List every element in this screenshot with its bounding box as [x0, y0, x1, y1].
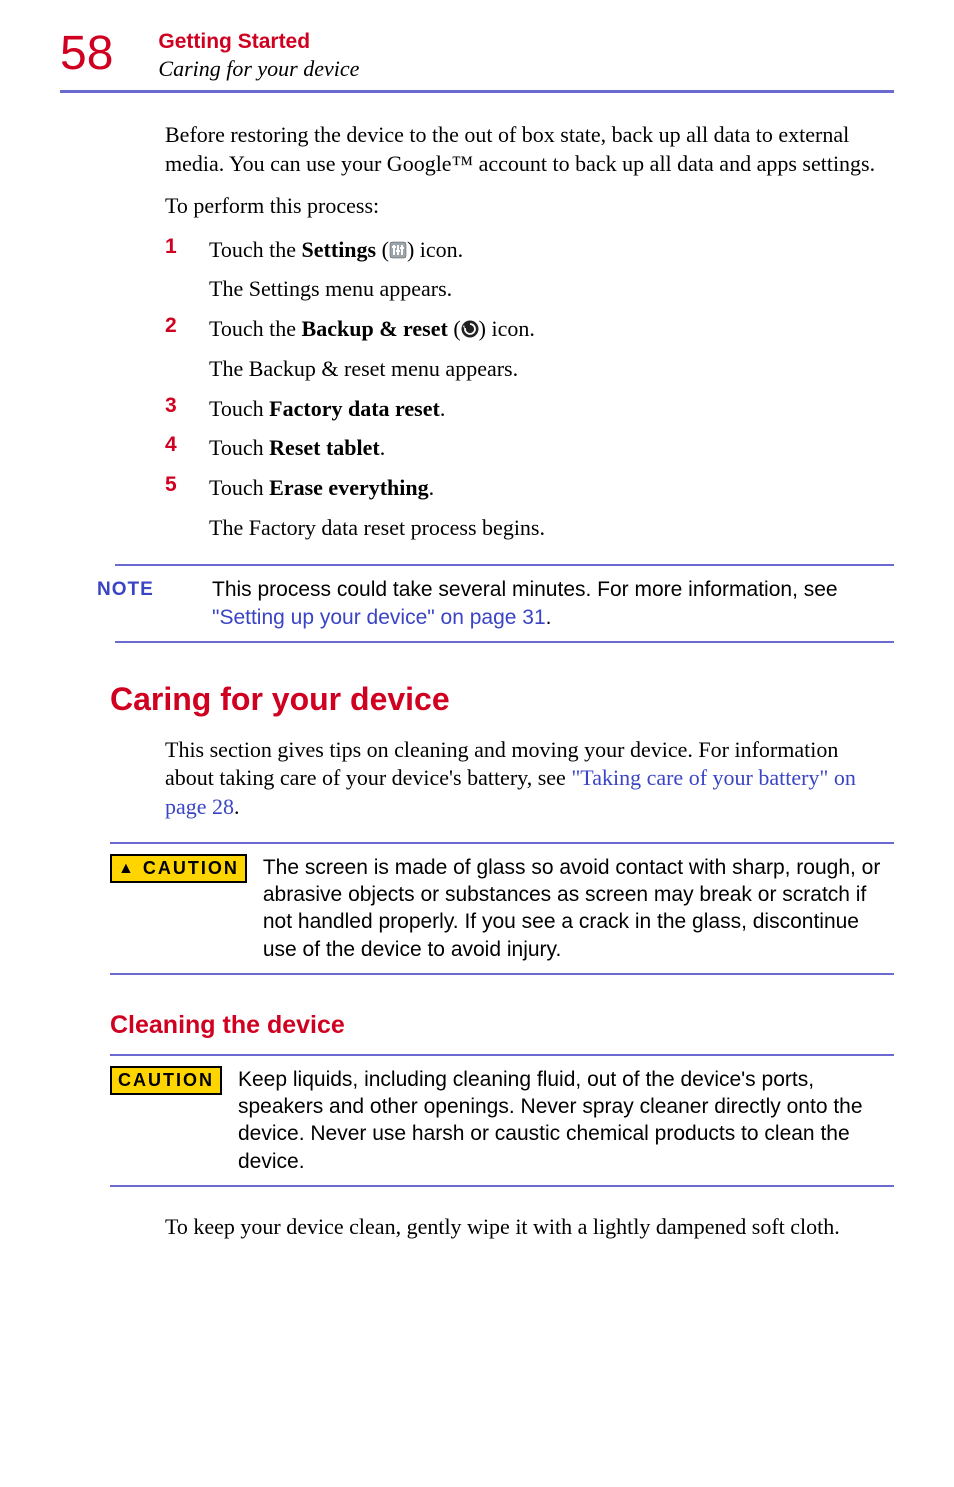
step-number: 3 — [165, 394, 209, 424]
step-number: 2 — [165, 314, 209, 383]
main-content: Before restoring the device to the out o… — [60, 121, 894, 1242]
step-text-post: . — [440, 396, 446, 421]
step-text-pre: Touch the — [209, 316, 302, 341]
caution-warning-badge: ▲ CAUTION — [110, 854, 247, 883]
note-text2: . — [546, 606, 552, 629]
cleaning-heading: Cleaning the device — [110, 1011, 884, 1040]
step-text-pre: Touch — [209, 396, 269, 421]
intro-paragraph: Before restoring the device to the out o… — [165, 121, 884, 178]
page-header: 58 Getting Started Caring for your devic… — [60, 30, 894, 82]
step-number: 5 — [165, 473, 209, 542]
caring-paragraph: This section gives tips on cleaning and … — [165, 736, 884, 822]
step-bold: Settings — [302, 237, 377, 262]
step-text-post2: ) icon. — [479, 316, 535, 341]
step-bold: Factory data reset — [269, 396, 440, 421]
step-bold: Reset tablet — [269, 435, 380, 460]
step-text-post: ( — [376, 237, 389, 262]
note-block: NOTE This process could take several min… — [165, 576, 884, 631]
note-body: This process could take several minutes.… — [212, 576, 884, 631]
backup-reset-icon — [461, 316, 479, 334]
caution2-top-rule — [110, 1054, 894, 1056]
step-bold: Erase everything — [269, 475, 428, 500]
caring-text2: . — [234, 794, 240, 819]
caution1-bottom-rule — [110, 973, 894, 975]
step-text-pre: Touch — [209, 435, 269, 460]
chapter-title: Getting Started — [158, 30, 359, 54]
step-text-post2: ) icon. — [407, 237, 463, 262]
step-sub-text: The Backup & reset menu appears. — [209, 354, 884, 384]
caution2-block: CAUTION Keep liquids, including cleaning… — [165, 1066, 884, 1175]
note-top-rule — [115, 564, 894, 566]
page-number: 58 — [60, 30, 113, 78]
caution1-top-rule — [110, 842, 894, 844]
step-2: 2 Touch the Backup & reset ( ) icon. The … — [165, 314, 884, 383]
caring-heading: Caring for your device — [110, 681, 884, 718]
step-text-pre: Touch the — [209, 237, 302, 262]
note-link[interactable]: "Setting up your device" on page 31 — [212, 606, 546, 629]
header-titles: Getting Started Caring for your device — [158, 30, 359, 82]
header-divider — [60, 90, 894, 93]
step-sub-text: The Settings menu appears. — [209, 274, 884, 304]
note-label: NOTE — [97, 576, 212, 601]
step-text-post: . — [429, 475, 435, 500]
settings-icon — [389, 237, 407, 255]
caution1-block: ▲ CAUTION The screen is made of glass so… — [165, 854, 884, 963]
step-5: 5 Touch Erase everything. The Factory da… — [165, 473, 884, 542]
steps-list: 1 Touch the Settings ( ) icon. The Settin… — [165, 235, 884, 543]
note-bottom-rule — [115, 641, 894, 643]
note-text1: This process could take several minutes.… — [212, 578, 838, 601]
caution2-body: Keep liquids, including cleaning fluid, … — [238, 1066, 884, 1175]
warning-triangle-icon: ▲ — [118, 860, 136, 878]
step-sub-text: The Factory data reset process begins. — [209, 513, 884, 543]
section-subtitle: Caring for your device — [158, 56, 359, 82]
to-perform-text: To perform this process: — [165, 192, 884, 221]
caution1-body: The screen is made of glass so avoid con… — [263, 854, 884, 963]
final-paragraph: To keep your device clean, gently wipe i… — [165, 1213, 884, 1242]
step-3: 3 Touch Factory data reset. — [165, 394, 884, 424]
caution1-label: CAUTION — [143, 858, 239, 878]
step-1: 1 Touch the Settings ( ) icon. The Settin… — [165, 235, 884, 304]
step-4: 4 Touch Reset tablet. — [165, 433, 884, 463]
step-bold: Backup & reset — [302, 316, 448, 341]
caution-badge: CAUTION — [110, 1066, 222, 1095]
step-number: 4 — [165, 433, 209, 463]
step-number: 1 — [165, 235, 209, 304]
step-text-pre: Touch — [209, 475, 269, 500]
caution2-label: CAUTION — [118, 1070, 214, 1090]
step-text-post: ( — [448, 316, 461, 341]
step-text-post: . — [380, 435, 386, 460]
caution2-bottom-rule — [110, 1185, 894, 1187]
